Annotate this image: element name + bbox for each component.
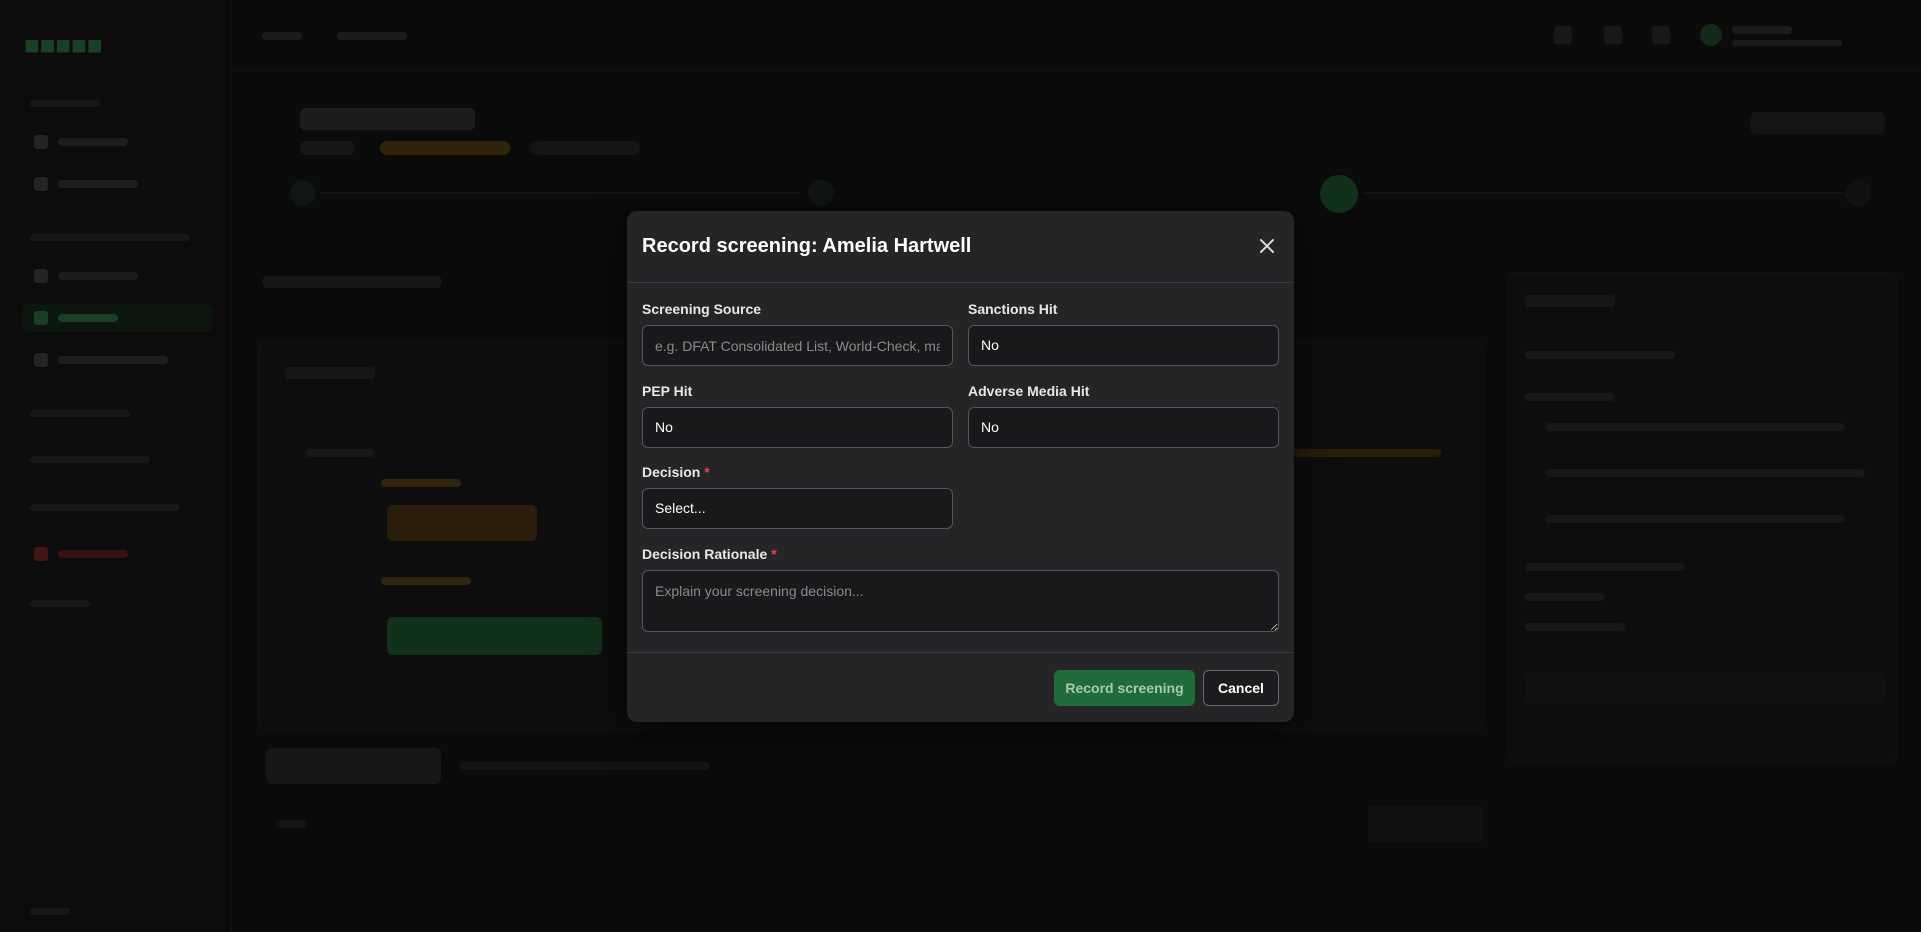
screening-source-input[interactable] — [642, 325, 953, 366]
decision-rationale-label: Decision Rationale * — [642, 546, 777, 563]
decision-label: Decision * — [642, 464, 710, 481]
adverse-media-hit-select[interactable]: No — [968, 407, 1279, 448]
close-icon — [1260, 239, 1274, 253]
decision-rationale-label-text: Decision Rationale — [642, 546, 768, 562]
decision-label-text: Decision — [642, 464, 701, 480]
sanctions-hit-label: Sanctions Hit — [968, 301, 1058, 317]
dialog-header: Record screening: Amelia Hartwell — [627, 211, 1294, 283]
required-marker: * — [771, 546, 777, 562]
record-screening-button[interactable]: Record screening — [1054, 670, 1195, 706]
pep-hit-label: PEP Hit — [642, 383, 693, 399]
decision-select[interactable]: Select... — [642, 488, 953, 529]
dialog-title: Record screening: Amelia Hartwell — [642, 235, 972, 257]
decision-field: Decision * Select... — [642, 464, 953, 529]
screening-source-field: Screening Source — [642, 301, 953, 366]
required-marker: * — [704, 464, 710, 480]
adverse-media-hit-label: Adverse Media Hit — [968, 383, 1090, 399]
cancel-button[interactable]: Cancel — [1203, 670, 1279, 706]
dialog-footer: Record screening Cancel — [627, 652, 1294, 722]
pep-hit-field: PEP Hit No — [642, 383, 953, 448]
screening-source-label: Screening Source — [642, 301, 762, 317]
decision-rationale-textarea[interactable] — [642, 570, 1279, 632]
sanctions-hit-field: Sanctions Hit No — [968, 301, 1279, 366]
record-screening-dialog: Record screening: Amelia Hartwell Screen… — [627, 211, 1294, 722]
decision-rationale-field: Decision Rationale * — [642, 546, 1279, 632]
sanctions-hit-select[interactable]: No — [968, 325, 1279, 366]
close-button[interactable] — [1254, 233, 1280, 259]
pep-hit-select[interactable]: No — [642, 407, 953, 448]
adverse-media-hit-field: Adverse Media Hit No — [968, 383, 1279, 448]
